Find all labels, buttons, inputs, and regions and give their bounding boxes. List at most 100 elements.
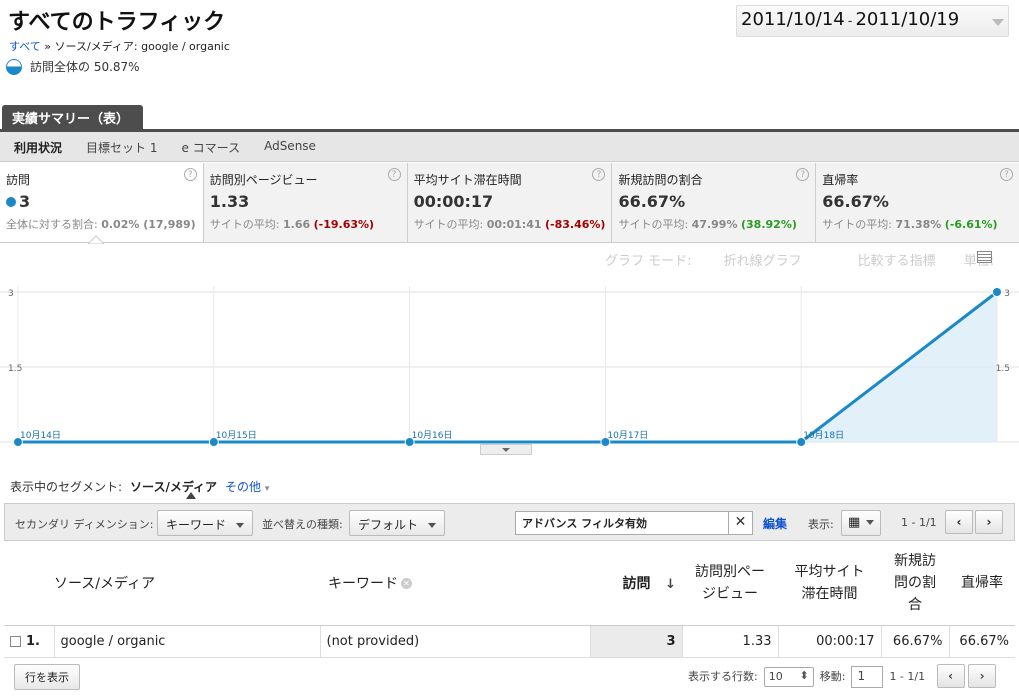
segment-label: 表示中のセグメント: bbox=[10, 480, 123, 494]
visit-share: 訪問全体の 50.87% bbox=[6, 58, 140, 75]
scorecard-label: 新規訪問の割合 bbox=[618, 173, 703, 187]
edit-filter-link[interactable]: 編集 bbox=[763, 515, 787, 532]
footer-page-range: 1 - 1/1 bbox=[889, 670, 926, 683]
show-rows-button[interactable]: 行を表示 bbox=[14, 664, 80, 690]
y-tick-label-left: 1.5 bbox=[8, 364, 22, 374]
date-separator: - bbox=[847, 14, 853, 29]
header-source[interactable]: ソース/メディア bbox=[54, 541, 320, 626]
pie-chart-icon bbox=[6, 58, 22, 75]
close-icon[interactable]: ✕ bbox=[728, 512, 752, 534]
row-keyword[interactable]: (not provided) bbox=[320, 625, 591, 658]
table-row: 1. google / organic (not provided) 3 1.3… bbox=[4, 625, 1015, 658]
scorecard-sub-prefix: サイトの平均: bbox=[209, 218, 280, 231]
header-bounce[interactable]: 直帰率 bbox=[949, 541, 1015, 626]
chevron-down-icon bbox=[992, 19, 1004, 26]
segment-current[interactable]: ソース/メディア bbox=[130, 480, 217, 494]
y-tick-label-right: 3 bbox=[1004, 289, 1010, 299]
tab-ecommerce[interactable]: e コマース bbox=[167, 132, 250, 161]
help-icon[interactable]: ? bbox=[183, 168, 197, 181]
prev-page-button[interactable]: ‹ bbox=[945, 510, 973, 534]
chevron-down-icon bbox=[866, 520, 875, 525]
segment-row: 表示中のセグメント: ソース/メディア その他 ▾ bbox=[10, 478, 269, 495]
help-icon[interactable]: ? bbox=[387, 168, 401, 181]
segment-other-label: その他 bbox=[225, 480, 262, 494]
scorecard-new-visits[interactable]: 新規訪問の割合 66.67% サイトの平均: 47.99% (38.92%) ? bbox=[612, 163, 817, 242]
filter-input[interactable] bbox=[516, 512, 721, 534]
header-visits[interactable]: 訪問 ↓ bbox=[590, 541, 682, 626]
chart-collapse-toggle[interactable] bbox=[480, 444, 532, 455]
scorecard-delta: (38.92%) bbox=[741, 218, 797, 231]
rows-per-page-stepper[interactable]: 10 bbox=[763, 667, 814, 687]
row-avg-time: 00:00:17 bbox=[778, 625, 882, 658]
x-tick-label: 10月14日 bbox=[20, 430, 61, 441]
scorecards: 訪問 3 全体に対する割合: 0.02% (17,989) ? 訪問別ページビュ… bbox=[0, 163, 1019, 243]
footer-prev-button[interactable]: ‹ bbox=[936, 664, 965, 688]
scorecard-bounce-rate[interactable]: 直帰率 66.67% サイトの平均: 71.38% (-6.61%) ? bbox=[816, 163, 1019, 242]
scorecard-sub-value: 00:01:41 bbox=[486, 218, 542, 231]
scorecard-value: 66.67% bbox=[618, 192, 686, 211]
scorecard-value: 00:00:17 bbox=[413, 192, 494, 211]
header-pv-line2: ジビュー bbox=[702, 585, 758, 602]
scorecard-delta: (-19.63%) bbox=[313, 218, 375, 231]
breadcrumb: すべて » ソース/メディア: google / organic bbox=[9, 38, 230, 54]
data-table: ソース/メディア キーワード ✕ 訪問 ↓ 訪問別ページビュー 平均サイト 滞在時間… bbox=[4, 541, 1015, 658]
sort-desc-icon: ↓ bbox=[665, 576, 676, 592]
scorecard-visits[interactable]: 訪問 3 全体に対する割合: 0.02% (17,989) ? bbox=[0, 163, 204, 242]
filter-box: ✕ bbox=[515, 511, 753, 535]
line-chart: 3 3 1.5 1.5 10月14日 10月15日 10月16日 10月17日 10月18日 bbox=[0, 286, 1019, 447]
scorecard-label: 訪問別ページビュー bbox=[209, 173, 318, 187]
header-new-line3: 合 bbox=[908, 596, 922, 613]
chevron-down-icon: ▾ bbox=[264, 484, 270, 494]
units-icon[interactable] bbox=[977, 251, 992, 263]
y-tick-label-left: 3 bbox=[8, 289, 14, 299]
graph-mode-value: 折れ線グラフ bbox=[723, 254, 802, 269]
header-new-line1: 新規訪 bbox=[894, 552, 936, 569]
row-checkbox[interactable] bbox=[10, 635, 21, 647]
remove-dimension-icon[interactable]: ✕ bbox=[401, 578, 412, 590]
scorecard-sub-prefix: サイトの平均: bbox=[413, 218, 484, 231]
breadcrumb-current: » ソース/メディア: google / organic bbox=[40, 40, 230, 53]
date-range-selector[interactable]: 2011/10/14-2011/10/19 bbox=[736, 5, 1009, 37]
sort-type-dropdown[interactable]: デフォルト bbox=[349, 510, 446, 536]
scorecard-pointer bbox=[88, 235, 104, 244]
graph-mode-label: グラフ モード: bbox=[605, 254, 692, 269]
segment-other-dropdown[interactable]: その他 ▾ bbox=[225, 480, 269, 494]
tab-adsense[interactable]: AdSense bbox=[250, 132, 326, 161]
secondary-dimension-value: キーワード bbox=[166, 518, 227, 532]
y-tick-label-right: 1.5 bbox=[996, 364, 1010, 374]
graph-mode[interactable]: グラフ モード: 折れ線グラフ bbox=[605, 254, 830, 269]
compare-metric-link[interactable]: 比較する指標 bbox=[858, 254, 936, 269]
data-point bbox=[992, 287, 1002, 297]
tab-goal-set[interactable]: 目標セット 1 bbox=[72, 132, 167, 161]
scorecard-avg-time[interactable]: 平均サイト滞在時間 00:00:17 サイトの平均: 00:01:41 (-83… bbox=[407, 163, 613, 242]
scorecard-value: 66.67% bbox=[822, 192, 889, 211]
footer-next-button[interactable]: › bbox=[968, 664, 997, 688]
scorecard-pageviews[interactable]: 訪問別ページビュー 1.33 サイトの平均: 1.66 (-19.63%) ? bbox=[203, 163, 408, 242]
x-tick-label: 10月18日 bbox=[803, 430, 844, 441]
row-source[interactable]: google / organic bbox=[54, 625, 321, 658]
help-icon[interactable]: ? bbox=[1000, 168, 1014, 181]
header-avg-time[interactable]: 平均サイト 滞在時間 bbox=[778, 541, 881, 626]
x-tick-label: 10月17日 bbox=[607, 430, 648, 441]
goto-page-input[interactable]: 1 bbox=[851, 666, 884, 688]
row-new-visits: 66.67% bbox=[881, 625, 950, 658]
scorecard-sub-prefix: サイトの平均: bbox=[822, 218, 892, 231]
header-pageviews[interactable]: 訪問別ペー ジビュー bbox=[682, 541, 778, 626]
scorecard-delta: (-6.61%) bbox=[944, 218, 998, 231]
scorecard-delta: (-83.46%) bbox=[545, 218, 606, 231]
header-pv-line1: 訪問別ペー bbox=[695, 563, 765, 580]
report-tabs: 利用状況 目標セット 1 e コマース AdSense bbox=[0, 132, 1019, 162]
scorecard-sub-value: 71.38% bbox=[895, 218, 942, 231]
next-page-button[interactable]: › bbox=[975, 510, 1003, 534]
header-new-line2: 問の割 bbox=[894, 574, 936, 591]
tab-usage[interactable]: 利用状況 bbox=[0, 132, 72, 161]
sort-type-value: デフォルト bbox=[358, 518, 419, 532]
header-new-visits[interactable]: 新規訪 問の割合 bbox=[881, 541, 949, 626]
scorecard-value: 1.33 bbox=[209, 192, 250, 211]
display-mode-dropdown[interactable]: ▦ bbox=[841, 510, 882, 536]
x-tick-label: 10月15日 bbox=[216, 430, 257, 441]
table-toolbar: セカンダリ ディメンション: キーワード 並べ替えの種類: デフォルト ✕ 編集… bbox=[4, 503, 1015, 541]
header-keyword[interactable]: キーワード ✕ bbox=[320, 541, 590, 626]
secondary-dimension-dropdown[interactable]: キーワード bbox=[157, 510, 254, 536]
breadcrumb-all-link[interactable]: すべて bbox=[9, 40, 41, 53]
